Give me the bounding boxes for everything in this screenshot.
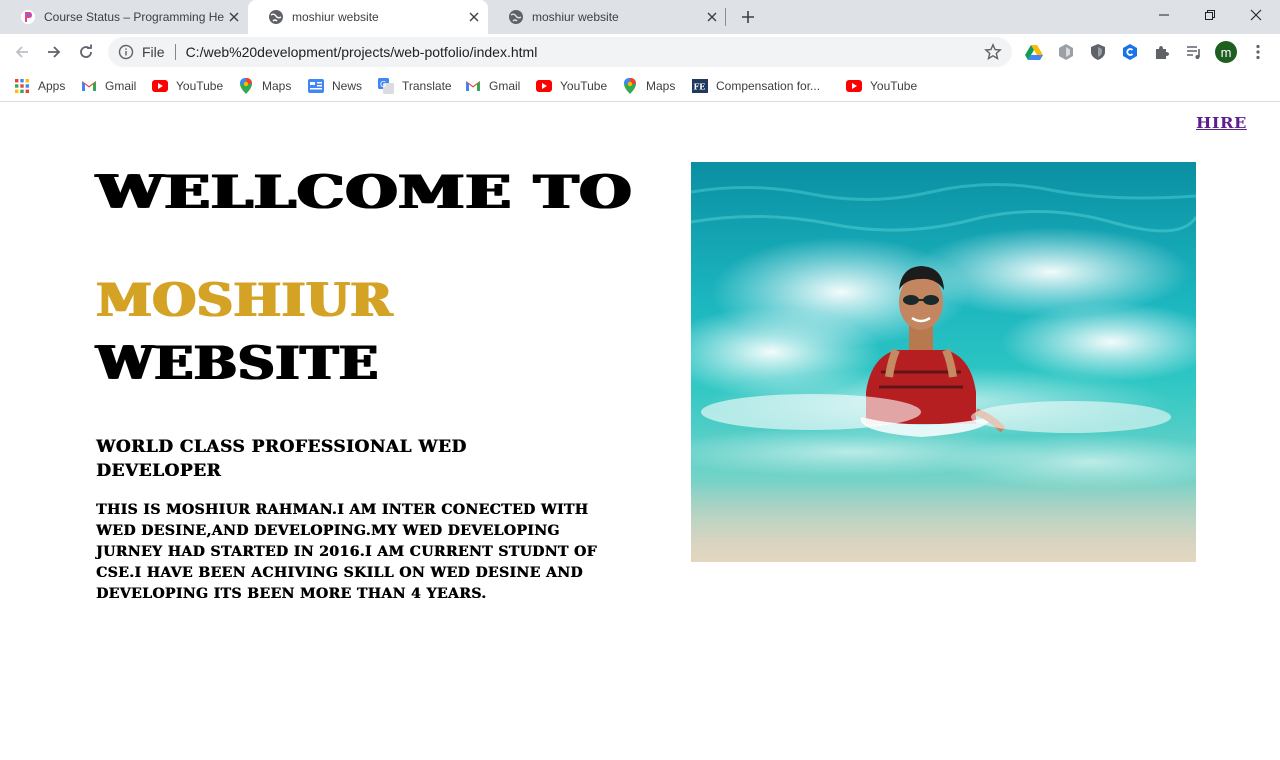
youtube-icon bbox=[536, 78, 552, 94]
youtube-icon bbox=[152, 78, 168, 94]
new-tab-button[interactable] bbox=[736, 6, 760, 28]
browser-toolbar: File C:/web%20development/projects/web-p… bbox=[0, 34, 1280, 70]
tab-moshiur-website-active[interactable]: moshiur website bbox=[248, 0, 488, 34]
tab-separator bbox=[725, 8, 726, 26]
arrow-right-icon bbox=[48, 46, 61, 58]
address-bar[interactable]: File C:/web%20development/projects/web-p… bbox=[108, 37, 1012, 67]
gmail-icon bbox=[465, 78, 481, 94]
puzzle-extensions-icon[interactable] bbox=[1153, 43, 1171, 61]
globe-icon bbox=[269, 10, 283, 24]
forward-button[interactable] bbox=[40, 38, 68, 66]
close-icon[interactable] bbox=[226, 9, 242, 25]
bookmark-label: YouTube bbox=[176, 79, 224, 93]
fe-icon: FE bbox=[692, 78, 708, 94]
shield-icon[interactable] bbox=[1089, 43, 1107, 61]
bookmark-gmail[interactable]: Gmail bbox=[81, 76, 136, 96]
tab-title: moshiur website bbox=[292, 10, 379, 24]
media-playlist-icon[interactable] bbox=[1185, 43, 1203, 61]
svg-text:FE: FE bbox=[694, 82, 706, 92]
close-icon[interactable] bbox=[704, 9, 720, 25]
bookmark-label: YouTube bbox=[870, 79, 918, 93]
apps-grid-icon bbox=[14, 78, 30, 94]
hire-link[interactable]: HIRE bbox=[1196, 114, 1247, 132]
reload-icon bbox=[80, 44, 92, 58]
svg-text:G: G bbox=[380, 80, 386, 89]
bookmark-label: Maps bbox=[646, 79, 676, 93]
bookmark-apps[interactable]: Apps bbox=[14, 76, 65, 96]
bookmark-label: News bbox=[332, 79, 363, 93]
bookmark-label: Gmail bbox=[105, 79, 137, 93]
heading-website: WEBSITE bbox=[96, 336, 379, 390]
tab-strip: Course Status – Programming He moshiur w… bbox=[0, 0, 1280, 34]
bookmark-label: Gmail bbox=[489, 79, 521, 93]
restore-icon bbox=[1205, 10, 1215, 20]
programming-hero-icon bbox=[21, 10, 35, 24]
bookmark-label: Translate bbox=[402, 79, 452, 93]
google-drive-icon[interactable] bbox=[1025, 43, 1043, 61]
globe-icon bbox=[509, 10, 523, 24]
bookmark-label: Maps bbox=[262, 79, 292, 93]
back-button[interactable] bbox=[8, 38, 36, 66]
arrow-left-icon bbox=[15, 46, 28, 58]
bookmark-youtube[interactable]: YouTube bbox=[846, 76, 917, 96]
profile-avatar[interactable]: m bbox=[1215, 41, 1237, 63]
tab-title: moshiur website bbox=[532, 10, 619, 24]
bookmark-youtube[interactable]: YouTube bbox=[536, 76, 607, 96]
news-icon bbox=[308, 78, 324, 94]
scheme-label: File bbox=[142, 44, 165, 60]
bookmark-youtube[interactable]: YouTube bbox=[152, 76, 223, 96]
menu-kebab-icon[interactable] bbox=[1249, 43, 1267, 61]
maps-pin-icon bbox=[238, 78, 254, 94]
translate-icon: G bbox=[378, 78, 394, 94]
bookmark-label: Apps bbox=[38, 79, 66, 93]
close-window-button[interactable] bbox=[1233, 0, 1279, 30]
maps-pin-icon bbox=[622, 78, 638, 94]
about-paragraph: THIS IS MOSHIUR RAHMAN.I AM INTER CONECT… bbox=[96, 502, 597, 602]
youtube-icon bbox=[846, 78, 862, 94]
bookmarks-bar: Apps Gmail YouTube Maps News G Translate bbox=[0, 70, 1280, 102]
restore-button[interactable] bbox=[1187, 0, 1233, 30]
bookmark-news[interactable]: News bbox=[308, 76, 362, 96]
bookmark-star-icon[interactable] bbox=[984, 43, 1002, 61]
bookmark-gmail[interactable]: Gmail bbox=[465, 76, 520, 96]
close-icon[interactable] bbox=[466, 9, 482, 25]
heading-name: MOSHIUR bbox=[96, 273, 393, 327]
bookmark-label: Compensation for... bbox=[716, 79, 821, 93]
bookmark-maps[interactable]: Maps bbox=[622, 76, 675, 96]
bookmark-label: YouTube bbox=[560, 79, 608, 93]
close-icon bbox=[1250, 9, 1262, 21]
minimize-icon bbox=[1159, 14, 1169, 16]
bookmark-compensation[interactable]: FE Compensation for... bbox=[692, 76, 820, 96]
gmail-icon bbox=[81, 78, 97, 94]
tab-title: Course Status – Programming He bbox=[44, 10, 225, 24]
info-icon[interactable] bbox=[118, 44, 134, 60]
extension-hexagon-icon[interactable] bbox=[1057, 43, 1075, 61]
man-in-ocean-waves-photo bbox=[691, 162, 1196, 562]
tab-course-status[interactable]: Course Status – Programming He bbox=[0, 0, 248, 34]
subtitle: WORLD CLASS PROFESSIONAL WED DEVELOPER bbox=[96, 437, 467, 481]
divider bbox=[174, 44, 176, 60]
plus-icon bbox=[742, 11, 754, 23]
minimize-button[interactable] bbox=[1141, 0, 1187, 30]
tab-moshiur-website[interactable]: moshiur website bbox=[488, 0, 726, 34]
bookmark-maps[interactable]: Maps bbox=[238, 76, 291, 96]
bookmark-translate[interactable]: G Translate bbox=[378, 76, 452, 96]
reload-button[interactable] bbox=[72, 38, 100, 66]
url-text[interactable]: C:/web%20development/projects/web-potfol… bbox=[186, 44, 984, 60]
web-page: HIRE WELLCOME TO MOSHIUR WEBSITE WORLD C… bbox=[0, 103, 1280, 760]
heading-welcome: WELLCOME TO bbox=[96, 165, 632, 219]
cube-extension-icon[interactable] bbox=[1121, 43, 1139, 61]
